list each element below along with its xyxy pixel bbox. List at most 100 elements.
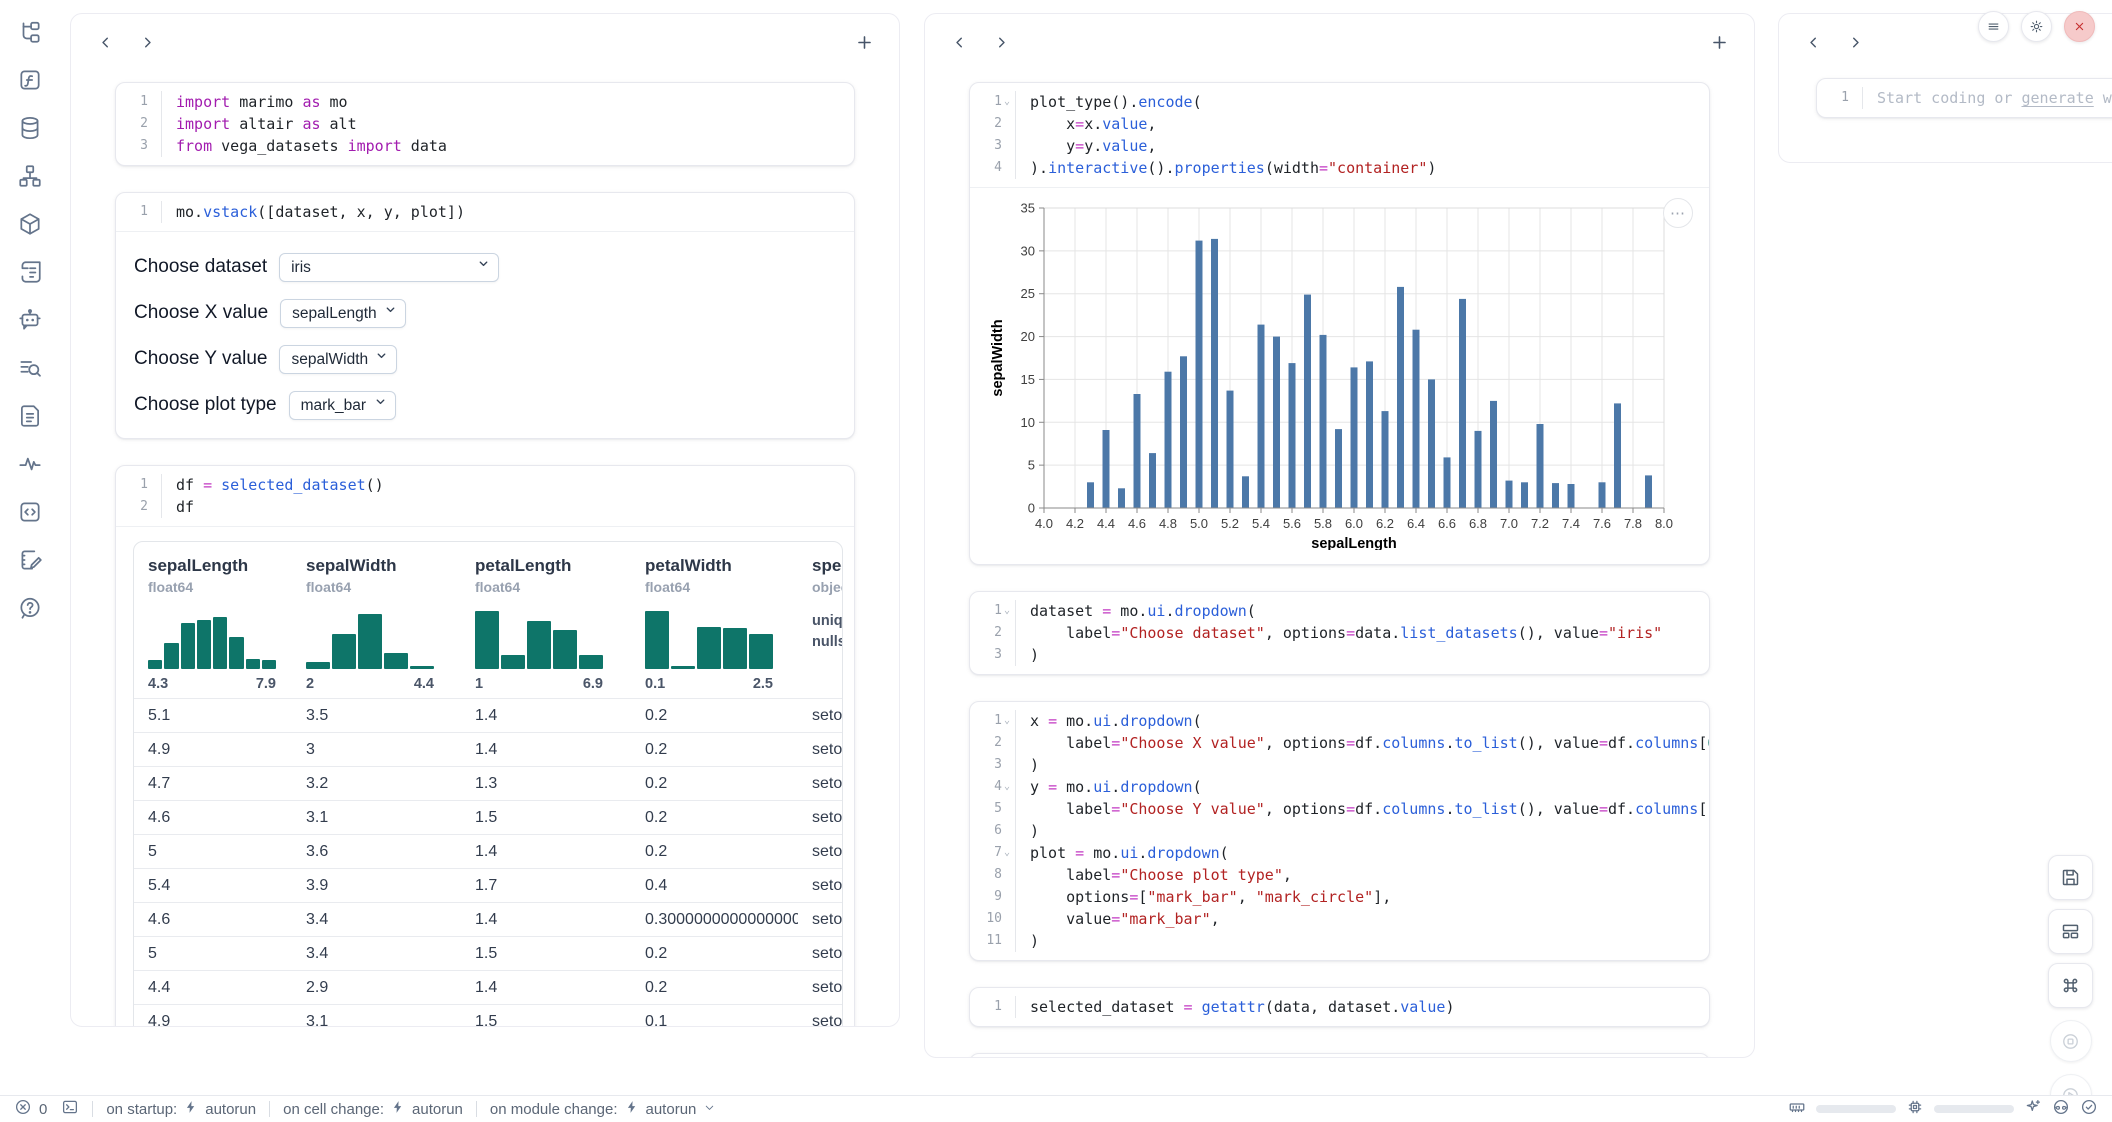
table-row[interactable]: 53.61.40.2setosa: [134, 835, 842, 869]
code-line[interactable]: 3 y=y.value,: [970, 135, 1709, 157]
chart-actions-button[interactable]: ⋯: [1663, 198, 1693, 228]
ai-sparkles-button[interactable]: [2024, 1098, 2042, 1120]
code-line[interactable]: 3): [970, 754, 1709, 776]
selected-dataset-cell[interactable]: 1selected_dataset = getattr(data, datase…: [969, 987, 1710, 1027]
outputs-console-icon[interactable]: [17, 498, 44, 525]
error-counter[interactable]: 0: [14, 1098, 47, 1120]
code-line[interactable]: 3): [970, 644, 1709, 666]
code-line[interactable]: 1selected_dataset = getattr(data, datase…: [970, 996, 1709, 1018]
code-line[interactable]: 11): [970, 930, 1709, 952]
table-row[interactable]: 4.73.21.30.2setosa: [134, 767, 842, 801]
logs-icon[interactable]: [17, 354, 44, 381]
code-line[interactable]: 4).interactive().properties(width="conta…: [970, 157, 1709, 179]
fold-chevron-icon[interactable]: ⌄: [1002, 710, 1012, 732]
table-row[interactable]: 5.13.51.40.2setosa: [134, 699, 842, 733]
code-editor[interactable]: 1import marimo as mo2import altair as al…: [116, 83, 854, 165]
layout-button[interactable]: [2048, 909, 2093, 954]
close-button[interactable]: [2064, 11, 2095, 42]
on-cell-change-setting[interactable]: on cell change: autorun: [283, 1100, 463, 1118]
ram-usage-meter[interactable]: [1816, 1105, 1896, 1113]
code-editor[interactable]: 1mo.vstack([dataset, x, y, plot]): [116, 193, 854, 231]
fold-chevron-icon[interactable]: ⌄: [1002, 600, 1012, 622]
plot-type-dropdown[interactable]: mark_bar: [289, 391, 396, 420]
code-line[interactable]: 6): [970, 820, 1709, 842]
column-header-petalWidth[interactable]: petalWidthfloat640.12.5: [631, 542, 798, 699]
dependency-graph-icon[interactable]: [17, 162, 44, 189]
column-next-button[interactable]: [135, 30, 159, 54]
y-value-dropdown[interactable]: sepalWidth: [279, 345, 397, 374]
fold-chevron-icon[interactable]: ⌄: [1002, 776, 1012, 798]
add-cell-button[interactable]: [1706, 29, 1732, 55]
ai-chat-icon[interactable]: [17, 306, 44, 333]
table-scroll-area[interactable]: sepalLengthfloat644.37.9sepalWidthfloat6…: [134, 542, 842, 1027]
packages-icon[interactable]: [17, 210, 44, 237]
code-editor[interactable]: 1plot_type = getattr(alt.Chart(df), plot…: [970, 1054, 1709, 1058]
code-line[interactable]: 1import marimo as mo: [116, 91, 854, 113]
code-line[interactable]: 4⌄y = mo.ui.dropdown(: [970, 776, 1709, 798]
code-editor[interactable]: 1⌄x = mo.ui.dropdown(2 label="Choose X v…: [970, 702, 1709, 960]
stop-button[interactable]: [2050, 1020, 2092, 1062]
datasources-icon[interactable]: [17, 114, 44, 141]
code-editor[interactable]: 1df = selected_dataset()2df: [116, 466, 854, 526]
tracing-icon[interactable]: [17, 450, 44, 477]
table-row[interactable]: 4.42.91.40.2setosa: [134, 971, 842, 1005]
menu-button[interactable]: [1978, 11, 2009, 42]
vstack-cell[interactable]: 1mo.vstack([dataset, x, y, plot]) Choose…: [115, 192, 855, 439]
dataset-dropdown-cell[interactable]: 1⌄dataset = mo.ui.dropdown(2 label="Choo…: [969, 591, 1710, 675]
code-line[interactable]: 2df: [116, 496, 854, 518]
command-palette-button[interactable]: [2048, 963, 2093, 1008]
xy-plot-dropdown-cell[interactable]: 1⌄x = mo.ui.dropdown(2 label="Choose X v…: [969, 701, 1710, 961]
chart-cell[interactable]: 1⌄plot_type().encode(2 x=x.value,3 y=y.v…: [969, 82, 1710, 565]
code-line[interactable]: 9 options=["mark_bar", "mark_circle"],: [970, 886, 1709, 908]
table-row[interactable]: 4.63.11.50.2setosa: [134, 801, 842, 835]
table-row[interactable]: 4.931.40.2setosa: [134, 733, 842, 767]
table-row[interactable]: 5.43.91.70.4setosa: [134, 869, 842, 903]
code-line[interactable]: 1⌄dataset = mo.ui.dropdown(: [970, 600, 1709, 622]
code-line[interactable]: 1mo.vstack([dataset, x, y, plot]): [116, 201, 854, 223]
code-line[interactable]: 1df = selected_dataset(): [116, 474, 854, 496]
code-line[interactable]: 2 label="Choose X value", options=df.col…: [970, 732, 1709, 754]
column-prev-button[interactable]: [93, 30, 117, 54]
code-line[interactable]: 10 value="mark_bar",: [970, 908, 1709, 930]
code-editor[interactable]: 1⌄plot_type().encode(2 x=x.value,3 y=y.v…: [970, 83, 1709, 187]
code-line[interactable]: 8 label="Choose plot type",: [970, 864, 1709, 886]
table-row[interactable]: 53.41.50.2setosa: [134, 937, 842, 971]
code-line[interactable]: 1⌄plot_type().encode(: [970, 91, 1709, 113]
empty-cell[interactable]: 1 Start coding or generate with AI.: [1816, 78, 2112, 118]
table-row[interactable]: 4.63.41.40.30000000000000004setosa: [134, 903, 842, 937]
dataset-dropdown[interactable]: iris: [279, 253, 499, 282]
snippets-icon[interactable]: [17, 258, 44, 285]
column-prev-button[interactable]: [947, 30, 971, 54]
column-next-button[interactable]: [989, 30, 1013, 54]
help-icon[interactable]: [17, 594, 44, 621]
table-row[interactable]: 4.93.11.50.1setosa: [134, 1005, 842, 1028]
column-prev-button[interactable]: [1801, 30, 1825, 54]
documentation-icon[interactable]: [17, 402, 44, 429]
cell-placeholder[interactable]: Start coding or generate with AI.: [1862, 87, 2112, 109]
plot-type-cell[interactable]: 1plot_type = getattr(alt.Chart(df), plot…: [969, 1053, 1710, 1058]
column-header-sepalLength[interactable]: sepalLengthfloat644.37.9: [134, 542, 292, 699]
code-line[interactable]: 5 label="Choose Y value", options=df.col…: [970, 798, 1709, 820]
column-header-sepalWidth[interactable]: sepalWidthfloat6424.4: [292, 542, 461, 699]
on-startup-setting[interactable]: on startup: autorun: [106, 1100, 256, 1118]
cpu-usage-meter[interactable]: [1934, 1105, 2014, 1113]
code-editor[interactable]: 1⌄dataset = mo.ui.dropdown(2 label="Choo…: [970, 592, 1709, 674]
dataframe-cell[interactable]: 1df = selected_dataset()2df sepalLengthf…: [115, 465, 855, 1027]
settings-button[interactable]: [2021, 11, 2052, 42]
imports-cell[interactable]: 1import marimo as mo2import altair as al…: [115, 82, 855, 166]
x-value-dropdown[interactable]: sepalLength: [280, 299, 406, 328]
code-line[interactable]: 3from vega_datasets import data: [116, 135, 854, 157]
code-line[interactable]: 2 x=x.value,: [970, 113, 1709, 135]
column-header-petalLength[interactable]: petalLengthfloat6416.9: [461, 542, 631, 699]
column-header-species[interactable]: speciesobjectunique:nulls:: [798, 542, 842, 699]
altair-bar-chart[interactable]: 4.04.24.44.64.85.05.25.45.65.86.06.26.46…: [988, 198, 1688, 550]
code-editor[interactable]: 1 Start coding or generate with AI.: [1817, 79, 2112, 117]
scratchpad-icon[interactable]: [17, 546, 44, 573]
column-next-button[interactable]: [1843, 30, 1867, 54]
file-explorer-icon[interactable]: [17, 18, 44, 45]
fold-chevron-icon[interactable]: ⌄: [1002, 842, 1012, 864]
code-editor[interactable]: 1selected_dataset = getattr(data, datase…: [970, 988, 1709, 1026]
on-module-change-setting[interactable]: on module change: autorun: [490, 1100, 716, 1118]
terminal-button[interactable]: [61, 1098, 79, 1120]
copilot-button[interactable]: [2052, 1098, 2070, 1120]
